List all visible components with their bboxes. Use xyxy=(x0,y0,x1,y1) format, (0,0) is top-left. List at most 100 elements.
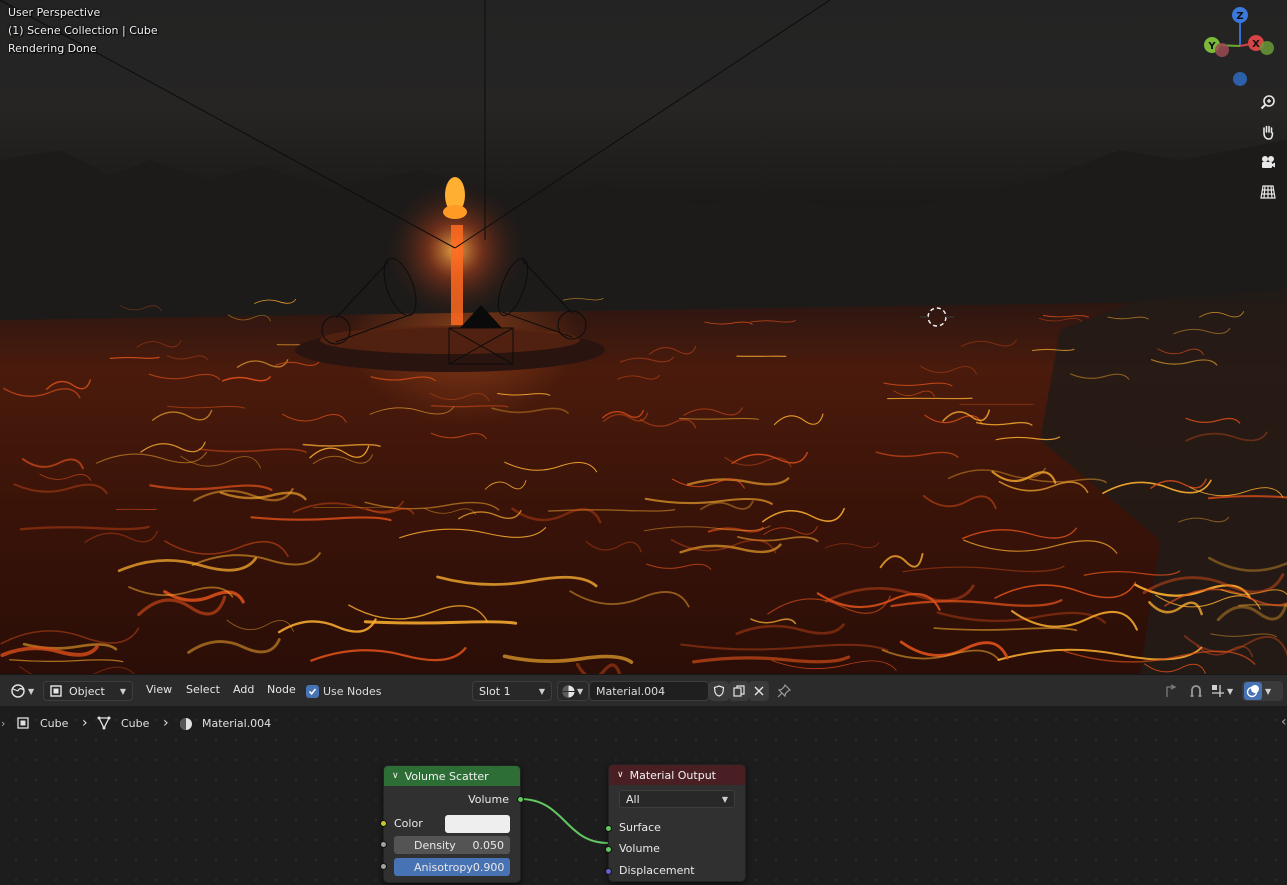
lava-vein xyxy=(0,645,99,658)
lava-vein xyxy=(430,432,487,440)
lava-vein xyxy=(731,451,808,465)
lava-vein xyxy=(497,393,551,396)
volume-scatter-node[interactable]: ∨ Volume Scatter Volume Color Density 0.… xyxy=(380,765,524,883)
menu-add[interactable]: Add xyxy=(233,683,254,696)
view-mode-label: User Perspective xyxy=(8,6,101,19)
unlink-material-button[interactable] xyxy=(749,681,769,701)
lava-vein xyxy=(960,339,1017,347)
material-browse-button[interactable]: ▼ xyxy=(557,681,589,701)
lava-vein xyxy=(875,451,959,458)
lava-vein xyxy=(3,387,81,399)
lava-vein xyxy=(187,638,281,654)
lava-vein xyxy=(39,473,92,481)
hand-pan-icon[interactable] xyxy=(1257,121,1279,143)
3d-cursor xyxy=(920,307,954,327)
surface-input-label: Surface xyxy=(619,821,661,834)
pin-button[interactable] xyxy=(774,681,794,701)
color-label: Color xyxy=(394,817,423,830)
overlay-toggle[interactable] xyxy=(1244,682,1262,700)
lava-vein xyxy=(763,525,818,536)
lava-vein xyxy=(575,662,622,674)
lava-vein xyxy=(148,373,221,381)
density-input-socket[interactable] xyxy=(380,841,387,848)
lava-vein xyxy=(547,508,676,512)
use-nodes-checkbox[interactable]: Use Nodes xyxy=(306,681,382,701)
color-swatch[interactable] xyxy=(445,815,510,833)
lava-scene-render xyxy=(0,0,1287,674)
material-output-header[interactable]: ∨ Material Output xyxy=(609,765,745,785)
close-icon xyxy=(754,686,764,696)
collapse-chevron-icon[interactable]: ∨ xyxy=(617,770,624,780)
volume-scatter-header[interactable]: ∨ Volume Scatter xyxy=(384,766,520,786)
lava-vein xyxy=(429,392,490,402)
density-field[interactable]: Density 0.050 xyxy=(394,836,510,854)
volume-input-label: Volume xyxy=(619,842,660,855)
lava-vein xyxy=(140,441,206,453)
object-mode-label: Object xyxy=(69,684,105,698)
ortho-grid-icon[interactable] xyxy=(1257,181,1279,203)
lava-vein xyxy=(0,627,140,645)
menu-select[interactable]: Select xyxy=(186,683,220,696)
material-name-field[interactable]: Material.004 xyxy=(589,681,709,701)
lava-vein xyxy=(617,374,660,380)
lava-vein xyxy=(961,527,1077,540)
camera-icon[interactable] xyxy=(1257,151,1279,173)
lava-vein xyxy=(484,480,527,490)
lava-vein xyxy=(504,461,598,473)
node-editor-header: ▼ Object ▼ View Select Add Node Use Node… xyxy=(0,674,1287,706)
overlays-dropdown[interactable]: ▼ xyxy=(1242,681,1283,701)
parent-node-tree-button[interactable] xyxy=(1160,681,1182,701)
snap-toggle[interactable] xyxy=(1185,681,1207,701)
surface-input-socket[interactable] xyxy=(605,825,612,832)
duplicate-material-button[interactable] xyxy=(729,681,749,701)
menu-view[interactable]: View xyxy=(146,683,172,696)
lava-vein xyxy=(824,584,975,603)
use-nodes-label: Use Nodes xyxy=(323,684,382,698)
3d-viewport[interactable]: User Perspective (1) Scene Collection | … xyxy=(0,0,1287,674)
lava-vein xyxy=(117,557,258,573)
lava-vein xyxy=(370,376,436,382)
volume-output-label: Volume xyxy=(468,793,509,806)
zoom-icon[interactable] xyxy=(1257,91,1279,113)
anisotropy-input-socket[interactable] xyxy=(380,863,387,870)
lava-vein xyxy=(149,484,273,492)
slot-dropdown[interactable]: Slot 1 ▼ xyxy=(472,681,552,701)
lava-vein xyxy=(773,413,824,426)
pin-icon xyxy=(777,684,791,698)
material-output-node[interactable]: ∨ Material Output All ▼ Surface Volume D… xyxy=(605,764,746,882)
svg-text:X: X xyxy=(1252,39,1260,50)
lava-vein xyxy=(724,456,792,468)
lava-vein xyxy=(363,620,518,625)
snap-grid-icon xyxy=(1212,685,1224,697)
lava-vein xyxy=(902,565,1065,573)
lava-vein xyxy=(424,508,477,515)
volume-output-socket[interactable] xyxy=(517,796,524,803)
target-label: All xyxy=(626,792,640,806)
lava-vein xyxy=(46,379,92,390)
menu-node[interactable]: Node xyxy=(267,683,296,696)
editor-type-selector[interactable]: ▼ xyxy=(7,681,39,701)
lava-vein xyxy=(164,540,289,558)
color-input-socket[interactable] xyxy=(380,820,387,827)
lava-vein xyxy=(312,454,374,465)
lava-vein xyxy=(998,480,1089,494)
snap-element-dropdown[interactable]: ▼ xyxy=(1208,681,1238,701)
target-dropdown[interactable]: All ▼ xyxy=(619,790,735,808)
anisotropy-field[interactable]: Anisotropy 0.900 xyxy=(394,858,510,876)
lava-vein xyxy=(569,590,690,608)
navigation-gizmo[interactable]: Z Y X xyxy=(1198,4,1284,90)
fake-user-button[interactable] xyxy=(709,681,729,701)
collapse-chevron-icon[interactable]: ∨ xyxy=(392,771,399,781)
render-status-label: Rendering Done xyxy=(8,42,97,55)
object-mode-dropdown[interactable]: Object ▼ xyxy=(43,681,133,701)
lava-vein xyxy=(502,654,634,664)
node-editor-canvas[interactable]: › Cube › Cube › Material.004 ‹ ∨ Volume … xyxy=(0,706,1287,885)
duplicate-icon xyxy=(733,685,745,697)
lava-vein xyxy=(1042,315,1089,318)
lava-vein xyxy=(166,355,209,361)
displacement-input-socket[interactable] xyxy=(605,868,612,875)
lava-vein xyxy=(963,539,1118,554)
checkbox-checked-icon xyxy=(306,684,319,698)
volume-input-socket[interactable] xyxy=(605,846,612,853)
lava-vein xyxy=(19,525,150,531)
